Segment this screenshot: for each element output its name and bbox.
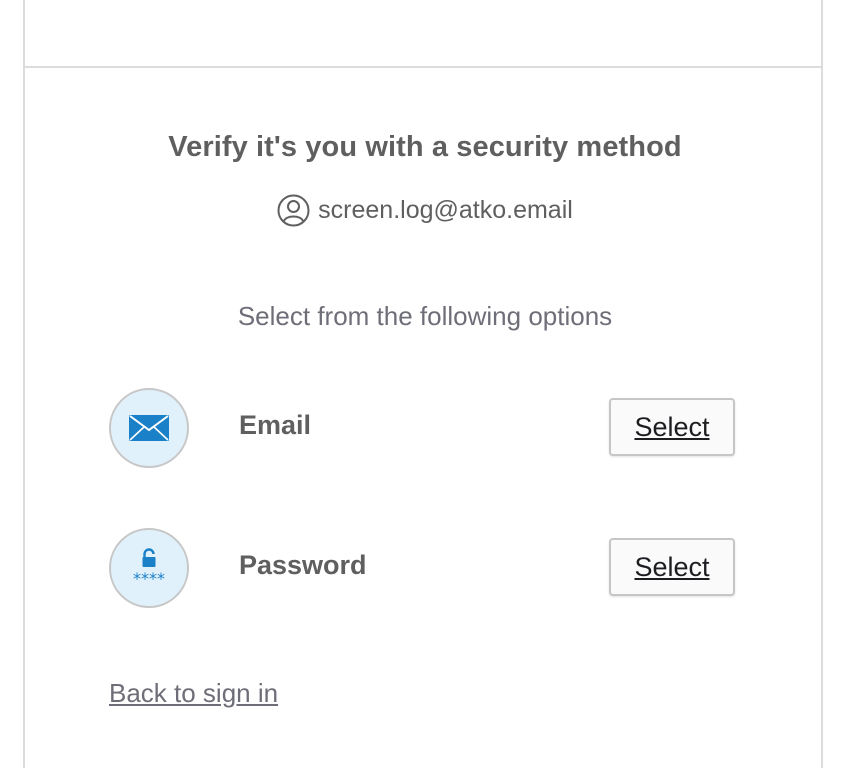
- padlock-password-icon: ****: [109, 528, 189, 608]
- okta-logo: okta: [310, 0, 550, 8]
- options-subtitle: Select from the following options: [237, 301, 613, 331]
- select-password-button[interactable]: Select: [609, 538, 735, 596]
- user-email: screen.log@atko.email: [318, 196, 573, 224]
- authenticator-option-password: **** Password Select: [109, 526, 749, 610]
- option-label: Email: [239, 410, 312, 440]
- svg-text:okta: okta: [335, 0, 525, 5]
- select-email-button[interactable]: Select: [609, 398, 735, 456]
- user-circle-icon: [277, 194, 310, 227]
- authenticator-option-email: Email Select: [109, 386, 749, 470]
- auth-card: okta Verify it's you with a security met…: [23, 0, 823, 768]
- envelope-icon: [109, 388, 189, 468]
- back-to-sign-in-link[interactable]: Back to sign in: [109, 678, 278, 709]
- page-title: Verify it's you with a security method: [168, 131, 682, 163]
- header-divider: [25, 66, 821, 68]
- svg-text:****: ****: [133, 569, 165, 588]
- user-identifier: screen.log@atko.email: [25, 194, 825, 227]
- option-label: Password: [239, 550, 367, 580]
